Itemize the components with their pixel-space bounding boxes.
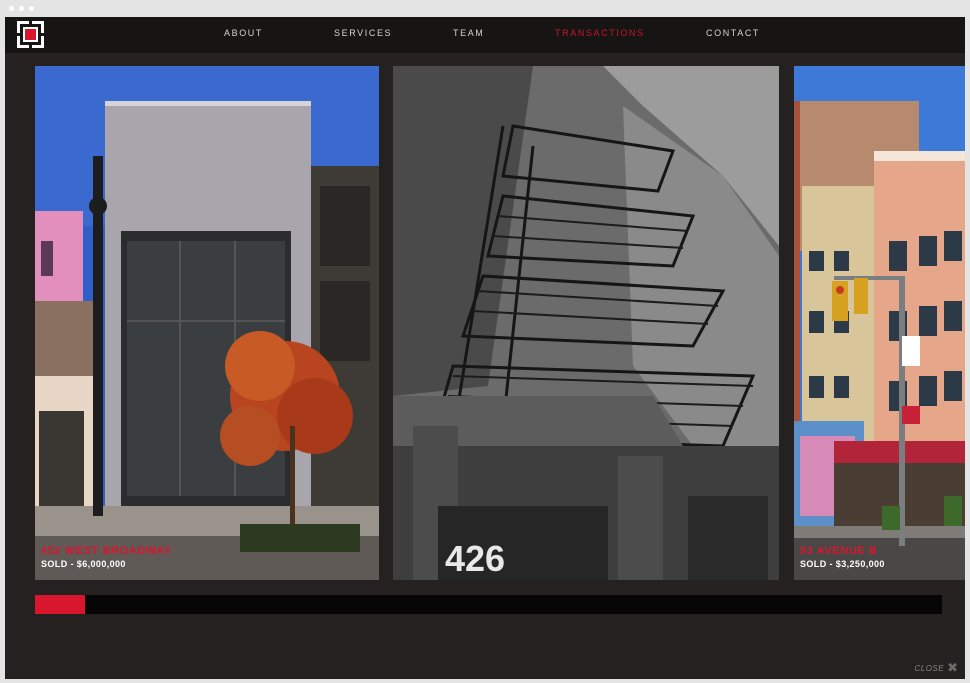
building-photo-corner-street: [794, 66, 965, 580]
nav-item-about[interactable]: ABOUT: [224, 28, 263, 38]
close-x-icon[interactable]: ✖: [947, 661, 958, 674]
property-sale-price: SOLD - $6,000,000: [41, 559, 126, 569]
property-address: 93 AVENUE B: [800, 545, 878, 557]
nav-item-transactions[interactable]: TRANSACTIONS: [555, 28, 645, 38]
top-navigation-bar: ABOUT SERVICES TEAM TRANSACTIONS CONTACT: [5, 17, 965, 53]
app-window: ABOUT SERVICES TEAM TRANSACTIONS CONTACT: [5, 17, 965, 679]
brand-logo-icon[interactable]: [17, 21, 44, 48]
browser-window-dots: [9, 6, 34, 11]
property-slide-93-avenue-b[interactable]: 93 AVENUE B SOLD - $3,250,000: [794, 66, 965, 580]
slide-caption: 452 WEST BROADWAY SOLD - $6,000,000: [41, 545, 172, 569]
slideshow-progress-bar[interactable]: [35, 595, 942, 614]
property-slide-fire-escape[interactable]: 426: [393, 66, 779, 580]
building-photo-fire-escape: 426: [393, 66, 779, 580]
property-slide-452-west-broadway[interactable]: 452 WEST BROADWAY SOLD - $6,000,000: [35, 66, 379, 580]
nav-item-services[interactable]: SERVICES: [334, 28, 392, 38]
slide-caption: 93 AVENUE B SOLD - $3,250,000: [800, 545, 885, 569]
property-address: 452 WEST BROADWAY: [41, 545, 172, 557]
building-photo-glass-facade: [35, 66, 379, 580]
slideshow-progress-fill: [35, 595, 85, 614]
nav-item-contact[interactable]: CONTACT: [706, 28, 760, 38]
close-label: CLOSE: [914, 663, 945, 673]
house-number: 426: [445, 538, 505, 579]
property-sale-price: SOLD - $3,250,000: [800, 559, 885, 569]
nav-item-team[interactable]: TEAM: [453, 28, 484, 38]
close-button[interactable]: CLOSE ✖: [914, 661, 958, 674]
